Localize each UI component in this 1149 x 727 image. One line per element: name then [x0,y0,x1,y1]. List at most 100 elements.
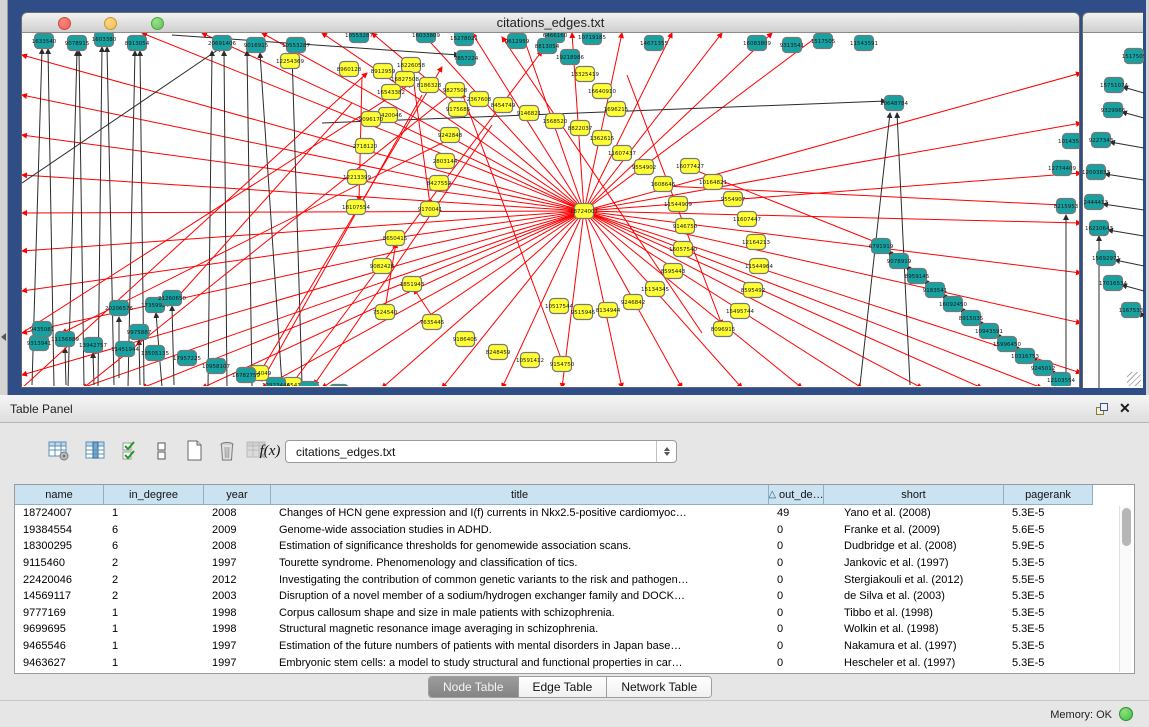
tab-edge-table[interactable]: Edge Table [518,677,607,697]
cell-pagerank[interactable]: 5.3E-5 [1004,505,1093,522]
cell-in_degree[interactable]: 1 [104,505,204,522]
left-panel-splitter[interactable] [0,0,8,395]
cell-in_degree[interactable]: 6 [104,538,204,555]
cell-pagerank[interactable]: 5.3E-5 [1004,638,1093,655]
cell-short[interactable]: de Silva et al. (2003) [824,588,1004,605]
cell-title[interactable]: Tourette syndrome. Phenomenology and cla… [271,555,769,572]
cell-short[interactable]: Franke et al. (2009) [824,522,1004,539]
table-row[interactable]: 946362711997Embryonic stem cells: a mode… [15,654,1134,671]
cell-pagerank[interactable]: 5.3E-5 [1004,654,1093,671]
cell-short[interactable]: Tibbo et al. (1998) [824,605,1004,622]
memory-status-icon[interactable] [1119,707,1133,721]
cell-title[interactable]: Disruption of a novel member of a sodium… [271,588,769,605]
function-builder-icon[interactable]: f(x) [256,437,284,465]
new-table-icon[interactable] [181,437,209,465]
cell-out_de[interactable]: 0 [769,522,824,539]
cell-name[interactable]: 9465546 [15,638,104,655]
cell-in_degree[interactable]: 1 [104,621,204,638]
cell-short[interactable]: Hescheler et al. (1997) [824,654,1004,671]
cell-in_degree[interactable]: 2 [104,588,204,605]
row-height-icon[interactable] [148,437,176,465]
cell-year[interactable]: 1997 [204,555,271,572]
column-header-name[interactable]: name [15,485,104,505]
table-row[interactable]: 977716911998Corpus callosum shape and si… [15,605,1134,622]
cell-year[interactable]: 2008 [204,505,271,522]
table-options-icon[interactable] [45,437,73,465]
cell-in_degree[interactable]: 1 [104,638,204,655]
minimize-button[interactable] [104,17,117,30]
cell-out_de[interactable]: 0 [769,621,824,638]
table-row[interactable]: 2242004622012Investigating the contribut… [15,571,1134,588]
table-selector-dropdown[interactable]: citations_edges.txt [285,440,677,463]
float-panel-icon[interactable] [1096,403,1110,417]
table-scrollbar[interactable] [1119,506,1131,672]
cell-short[interactable]: Wolkin et al. (1998) [824,621,1004,638]
cell-title[interactable]: Corpus callosum shape and size in male p… [271,605,769,622]
cell-short[interactable]: Nakamura et al. (1997) [824,638,1004,655]
cell-out_de[interactable]: 0 [769,555,824,572]
cell-title[interactable]: Structural magnetic resonance image aver… [271,621,769,638]
cell-pagerank[interactable]: 5.3E-5 [1004,621,1093,638]
network-canvas[interactable]: 8960128891295918226058168275088186328165… [21,33,1080,388]
cell-in_degree[interactable]: 2 [104,555,204,572]
table-row[interactable]: 946554611997Estimation of the future num… [15,638,1134,655]
cell-name[interactable]: 9115460 [15,555,104,572]
cell-title[interactable]: Embryonic stem cells: a model to study s… [271,654,769,671]
cell-name[interactable]: 22420046 [15,571,104,588]
column-visibility-icon[interactable] [82,437,110,465]
cell-year[interactable]: 1997 [204,638,271,655]
column-header-out_de[interactable]: △out_de… [769,485,824,505]
zoom-button[interactable] [151,17,164,30]
cell-name[interactable]: 9699695 [15,621,104,638]
cell-name[interactable]: 18724007 [15,505,104,522]
cell-year[interactable]: 2003 [204,588,271,605]
cell-in_degree[interactable]: 2 [104,571,204,588]
graph-node[interactable] [300,382,319,387]
cell-out_de[interactable]: 0 [769,588,824,605]
graph-node[interactable] [330,385,349,387]
cell-title[interactable]: Changes of HCN gene expression and I(f) … [271,505,769,522]
tab-node-table[interactable]: Node Table [429,677,518,697]
column-header-pagerank[interactable]: pagerank [1004,485,1093,505]
row-selection-icon[interactable] [118,437,146,465]
network-window-titlebar[interactable]: citations_edges.txt [21,12,1080,33]
cell-year[interactable]: 2009 [204,522,271,539]
cell-name[interactable]: 9463627 [15,654,104,671]
cell-in_degree[interactable]: 1 [104,605,204,622]
network-view-window[interactable]: citations_edges.txt 89601288912959182260… [21,12,1080,388]
table-row[interactable]: 911546021997Tourette syndrome. Phenomeno… [15,555,1134,572]
cell-year[interactable]: 2012 [204,571,271,588]
cell-title[interactable]: Genome-wide association studies in ADHD. [271,522,769,539]
cell-pagerank[interactable]: 5.3E-5 [1004,605,1093,622]
cell-out_de[interactable]: 0 [769,638,824,655]
cell-pagerank[interactable]: 5.5E-5 [1004,571,1093,588]
cell-pagerank[interactable]: 5.3E-5 [1004,555,1093,572]
table-row[interactable]: 1872400712008Changes of HCN gene express… [15,505,1134,522]
cell-year[interactable]: 1998 [204,605,271,622]
cell-name[interactable]: 14569117 [15,588,104,605]
column-header-year[interactable]: year [204,485,271,505]
resize-grip-icon[interactable] [1127,372,1141,386]
cell-name[interactable]: 19384554 [15,522,104,539]
table-row[interactable]: 1830029562008Estimation of significance … [15,538,1134,555]
table-row[interactable]: 969969511998Structural magnetic resonanc… [15,621,1134,638]
cell-name[interactable]: 18300295 [15,538,104,555]
background-network-canvas[interactable]: 1517505157510749329966922734312093833124… [1082,33,1143,388]
cell-out_de[interactable]: 49 [769,505,824,522]
cell-in_degree[interactable]: 1 [104,654,204,671]
column-header-in_degree[interactable]: in_degree [104,485,204,505]
scrollbar-thumb[interactable] [1122,508,1131,546]
cell-out_de[interactable]: 0 [769,654,824,671]
cell-name[interactable]: 9777169 [15,605,104,622]
cell-title[interactable]: Estimation of significance thresholds fo… [271,538,769,555]
close-button[interactable] [58,17,71,30]
cell-short[interactable]: Stergiakouli et al. (2012) [824,571,1004,588]
background-window-titlebar[interactable] [1082,12,1143,33]
tab-network-table[interactable]: Network Table [606,677,711,697]
cell-out_de[interactable]: 0 [769,538,824,555]
collapse-left-arrow-icon[interactable] [1,333,6,341]
cell-short[interactable]: Dudbridge et al. (2008) [824,538,1004,555]
cell-in_degree[interactable]: 6 [104,522,204,539]
cell-out_de[interactable]: 0 [769,571,824,588]
cell-pagerank[interactable]: 5.3E-5 [1004,588,1093,605]
